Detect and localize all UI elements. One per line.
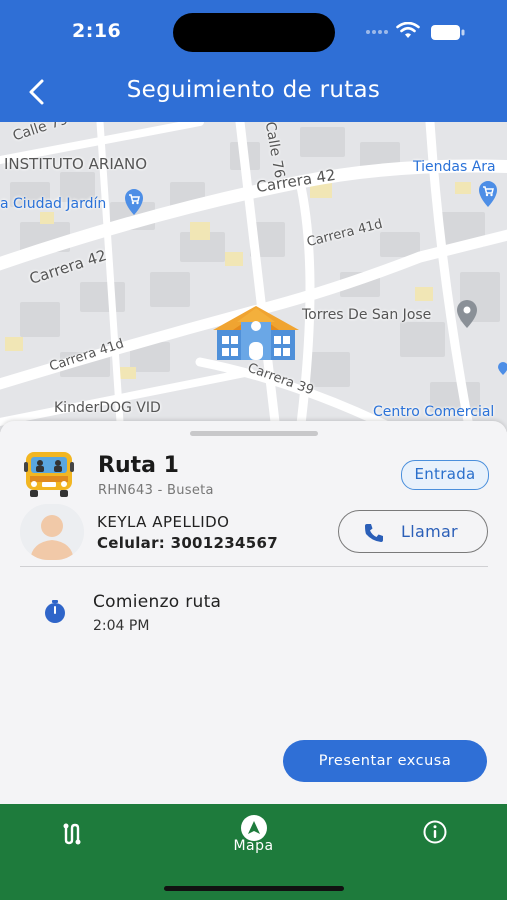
map-label: KinderDOG VID xyxy=(54,400,161,416)
battery-icon xyxy=(431,25,465,40)
route-status-badge: Entrada xyxy=(401,460,489,490)
info-icon[interactable] xyxy=(422,819,448,845)
call-button[interactable]: Llamar xyxy=(338,510,488,553)
call-button-label: Llamar xyxy=(401,522,458,541)
map-label: Tiendas Ara xyxy=(413,159,496,175)
wifi-icon xyxy=(396,22,420,38)
driver-avatar xyxy=(20,504,84,560)
location-pin-icon[interactable] xyxy=(497,362,507,376)
map-label: Centro Comercial xyxy=(373,404,495,420)
route-title: Ruta 1 xyxy=(98,453,179,478)
school-marker-icon[interactable] xyxy=(213,304,299,362)
status-time: 2:16 xyxy=(72,20,122,42)
map-label: a Ciudad Jardín xyxy=(0,196,107,212)
event-time: 2:04 PM xyxy=(93,618,150,634)
location-pin-icon[interactable] xyxy=(454,299,480,329)
present-excuse-button[interactable]: Presentar excusa xyxy=(283,740,487,782)
driver-name: KEYLA APELLIDO xyxy=(97,513,230,531)
shopping-cart-pin-icon[interactable] xyxy=(476,180,500,208)
map-label: Torres De San Jose xyxy=(302,307,432,323)
divider xyxy=(20,566,488,567)
shopping-cart-pin-icon[interactable] xyxy=(122,188,146,216)
driver-phone: Celular: 3001234567 xyxy=(97,534,278,552)
route-map[interactable]: Calle 79 INSTITUTO ARIANO Calle 76 Tiend… xyxy=(0,122,507,432)
home-indicator xyxy=(164,886,344,891)
phone-icon xyxy=(365,524,383,542)
map-label: INSTITUTO ARIANO xyxy=(4,155,148,173)
bottom-navigation: Mapa xyxy=(0,804,507,900)
page-title: Seguimiento de rutas xyxy=(126,77,381,103)
school-bus-icon xyxy=(24,452,74,497)
person-avatar-icon xyxy=(20,504,84,560)
sheet-drag-handle[interactable] xyxy=(190,431,318,436)
dynamic-island xyxy=(173,13,335,52)
route-details-sheet[interactable]: Ruta 1 RHN643 - Buseta Entrada KEYLA APE… xyxy=(0,421,507,804)
app-bar: Seguimiento de rutas xyxy=(0,62,507,122)
event-title: Comienzo ruta xyxy=(93,592,222,612)
status-bar: 2:16 xyxy=(0,0,507,62)
stopwatch-icon xyxy=(45,600,65,623)
route-subtitle: RHN643 - Buseta xyxy=(98,483,214,498)
cellular-signal-icon xyxy=(366,30,388,34)
